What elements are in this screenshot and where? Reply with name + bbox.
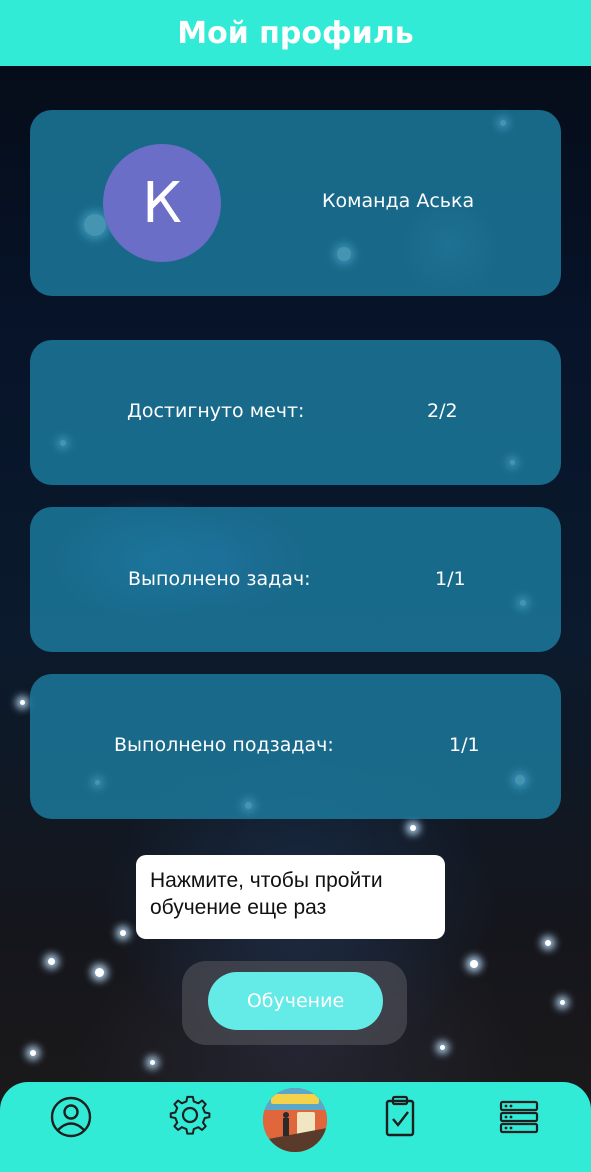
profile-icon[interactable] — [48, 1094, 94, 1140]
subtasks-stat-label: Выполнено подзадач: — [114, 734, 334, 756]
tasks-stat-card: Выполнено задач: 1/1 — [30, 507, 561, 652]
avatar[interactable]: К — [103, 144, 221, 262]
dreams-stat-value: 2/2 — [427, 400, 458, 422]
tooltip-line-2: обучение еще раз — [150, 896, 327, 919]
tasks-stat-label: Выполнено задач: — [128, 568, 311, 590]
tasks-stat-value: 1/1 — [435, 568, 466, 590]
tasks-clipboard-icon[interactable] — [377, 1094, 423, 1140]
subtasks-stat-card: Выполнено подзадач: 1/1 — [30, 674, 561, 819]
list-icon[interactable] — [496, 1094, 542, 1140]
team-name: Команда Аська — [322, 190, 475, 212]
dreams-stat-card: Достигнуто мечт: 2/2 — [30, 340, 561, 485]
tooltip-line-1: Нажмите, чтобы пройти — [150, 869, 383, 892]
dreams-app-icon[interactable] — [263, 1088, 327, 1152]
profile-card: К Команда Аська — [30, 110, 561, 296]
dreams-stat-label: Достигнуто мечт: — [127, 400, 305, 422]
subtasks-stat-value: 1/1 — [449, 734, 480, 756]
avatar-letter: К — [142, 170, 182, 236]
training-button[interactable]: Обучение — [208, 972, 383, 1030]
page-title: Мой профиль — [177, 15, 414, 51]
tutorial-tooltip: Нажмите, чтобы пройти обучение еще раз — [136, 855, 445, 939]
app-header: Мой профиль — [0, 0, 591, 66]
settings-gear-icon[interactable] — [167, 1094, 213, 1140]
